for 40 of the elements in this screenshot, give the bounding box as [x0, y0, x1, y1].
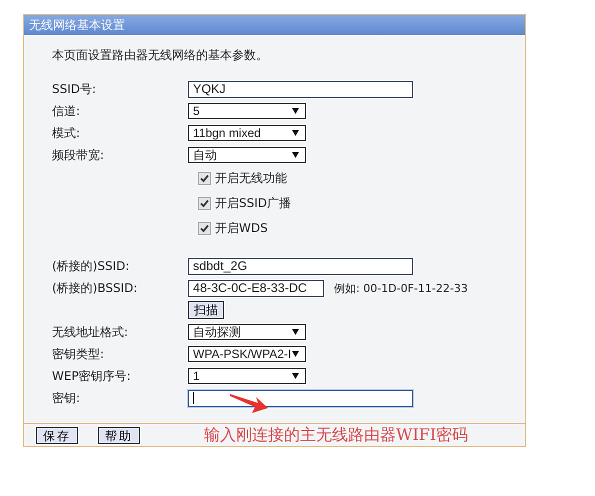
input-field[interactable]: 48-3C-0C-E8-33-DC — [188, 280, 324, 296]
field-label: SSID号: — [52, 80, 98, 98]
dropdown[interactable]: 自动探测 — [188, 324, 306, 340]
field-label: (桥接的)SSID: — [52, 258, 130, 274]
caret-icon — [292, 108, 299, 114]
input-field[interactable]: sdbdt_2G — [188, 258, 413, 274]
caret-icon — [292, 152, 299, 158]
input-field[interactable] — [188, 390, 413, 406]
input-field[interactable]: YQKJ — [188, 80, 413, 98]
caret-icon — [292, 130, 299, 136]
field-label: 密钥: — [52, 390, 82, 406]
scan-button[interactable]: 扫描 — [188, 301, 224, 319]
checkbox-label: 开启SSID广播 — [215, 195, 292, 212]
field-label: 模式: — [52, 124, 82, 142]
field-label: 密钥类型: — [52, 346, 106, 362]
hint-text: 例如: 00-1D-0F-11-22-33 — [334, 280, 468, 296]
field-label: WEP密钥序号: — [52, 368, 132, 384]
caret-icon — [292, 329, 299, 335]
checkbox-label: 开启WDS — [215, 220, 268, 237]
field-label: 无线地址格式: — [52, 324, 130, 340]
dropdown[interactable]: WPA-PSK/WPA2-I — [188, 346, 306, 362]
footer-button[interactable]: 帮助 — [98, 426, 140, 444]
intro-text: 本页面设置路由器无线网络的基本参数。 — [52, 47, 269, 64]
dropdown[interactable]: 自动 — [188, 147, 306, 163]
field-label: (桥接的)BSSID: — [52, 280, 138, 296]
footer-button[interactable]: 保存 — [36, 426, 78, 444]
checkbox-label: 开启无线功能 — [215, 170, 287, 187]
dropdown[interactable]: 1 — [188, 368, 306, 384]
caret-icon — [292, 373, 299, 379]
dropdown[interactable]: 11bgn mixed — [188, 125, 306, 141]
field-label: 频段带宽: — [52, 146, 106, 164]
arrow-icon — [230, 391, 270, 415]
field-label: 信道: — [52, 102, 82, 120]
annotation-text: 输入刚连接的主无线路由器WIFI密码 — [204, 424, 468, 446]
checkbox[interactable] — [198, 172, 211, 185]
checkbox[interactable] — [198, 222, 211, 235]
panel-title: 无线网络基本设置 — [24, 15, 525, 35]
dropdown[interactable]: 5 — [188, 103, 306, 119]
checkbox[interactable] — [198, 197, 211, 210]
caret-icon — [292, 351, 299, 357]
